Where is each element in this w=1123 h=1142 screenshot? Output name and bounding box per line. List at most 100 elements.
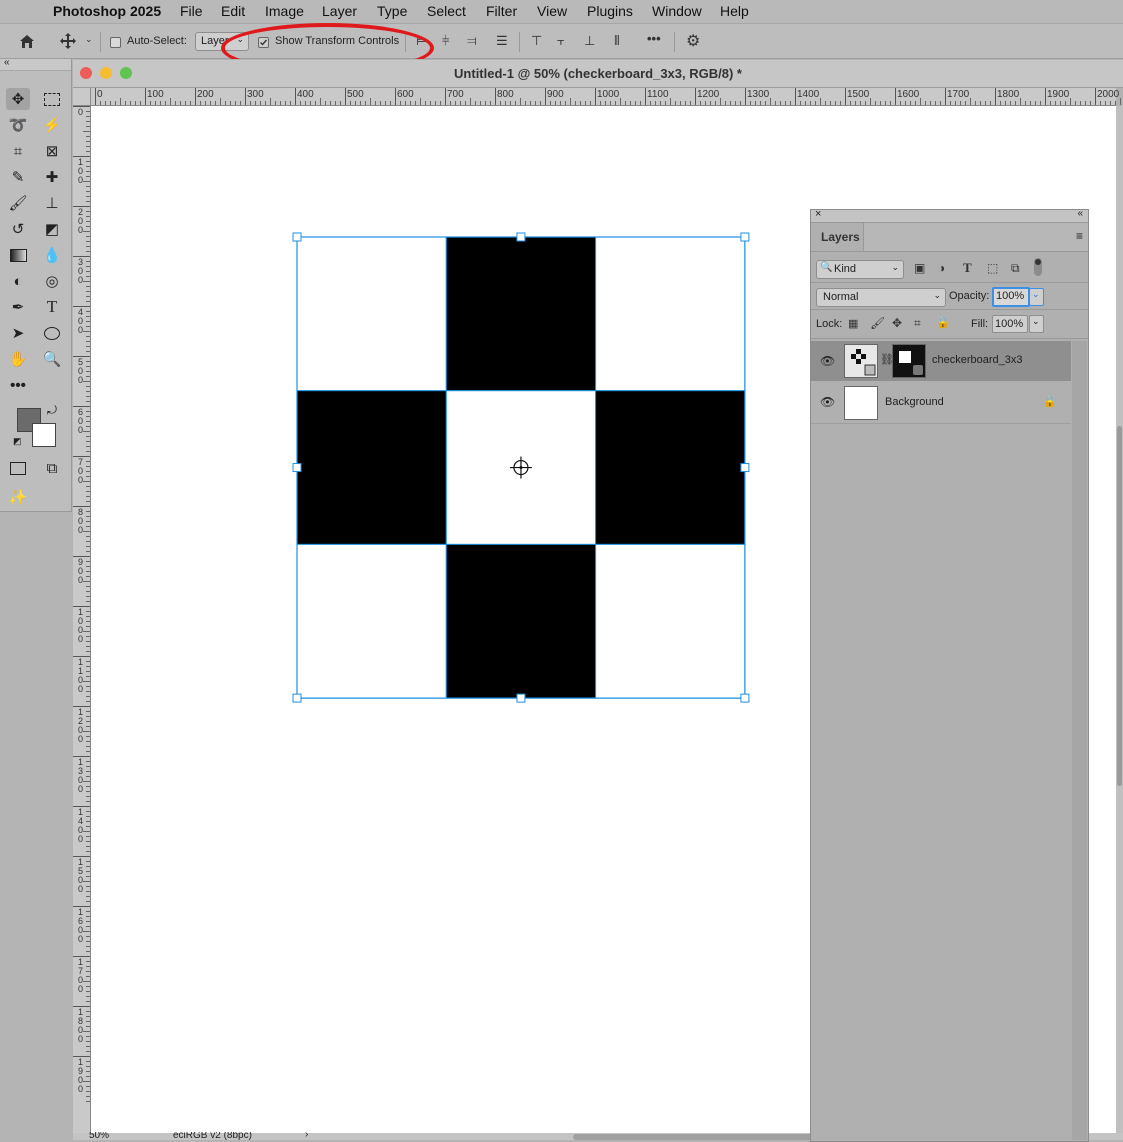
opacity-dropdown[interactable]: ⌄	[1029, 288, 1044, 306]
generative-button[interactable]: ✨	[6, 486, 30, 508]
horizontal-ruler[interactable]: 0 100 200 300 400 500 600 700 800 900 1000 1100 1200…	[91, 88, 1121, 106]
vertical-scrollbar-thumb[interactable]	[1117, 426, 1122, 786]
lock-all-icon[interactable]: 🔒	[936, 316, 950, 329]
clone-stamp-tool[interactable]: ⊥	[40, 192, 64, 214]
align-bottom-icon[interactable]: ⊥	[584, 33, 595, 49]
align-top-icon[interactable]: ⊤	[531, 33, 542, 49]
eye-icon[interactable]: 👁	[820, 354, 835, 368]
zoom-tool[interactable]: 🔍	[40, 348, 64, 370]
ruler-origin[interactable]	[73, 88, 91, 106]
filter-smart-object-icon[interactable]: ⧉	[1011, 261, 1020, 276]
panel-header[interactable]: × «	[811, 208, 1088, 223]
history-brush-tool[interactable]: ↺	[6, 218, 30, 240]
default-colors-icon[interactable]: ◩	[13, 436, 22, 447]
vertical-ruler[interactable]: 01 0 02 0 03 0 04 0 05 0 06 0 07 0 08 0 …	[73, 88, 91, 1133]
gradient-tool[interactable]	[6, 244, 30, 266]
filter-adjustment-icon[interactable]: ◑	[938, 261, 945, 275]
crop-tool[interactable]: ⌗	[6, 140, 30, 162]
align-middle-v-icon[interactable]: ⫟	[557, 33, 565, 49]
menu-view[interactable]: View	[537, 3, 567, 19]
lasso-tool[interactable]: ➰	[6, 114, 30, 136]
layer-row-checkerboard[interactable]: 👁 ⛓ checkerboard_3x3	[811, 341, 1071, 381]
move-tool-icon[interactable]	[59, 32, 77, 50]
document-title-bar[interactable]: Untitled-1 @ 50% (checkerboard_3x3, RGB/…	[73, 60, 1123, 88]
move-tool[interactable]: ✥	[6, 88, 30, 110]
home-icon[interactable]	[18, 33, 36, 49]
distribute-v-icon[interactable]: ⦀	[614, 33, 620, 49]
transform-handle[interactable]	[740, 232, 750, 242]
magic-wand-tool[interactable]: ⚡	[40, 114, 64, 136]
layers-scrollbar[interactable]	[1072, 341, 1087, 1140]
distribute-h-icon[interactable]: ☰	[496, 33, 508, 49]
layer-row-background[interactable]: 👁 Background 🔒	[811, 382, 1071, 422]
blur-tool[interactable]: 💧	[40, 244, 64, 266]
opacity-input[interactable]: 100%	[992, 287, 1030, 307]
transform-handle[interactable]	[516, 693, 526, 703]
filter-type-icon[interactable]: T	[963, 260, 972, 276]
transform-handle[interactable]	[292, 463, 302, 473]
zoom-level[interactable]: 50%	[89, 1132, 109, 1140]
layer-name[interactable]: checkerboard_3x3	[932, 354, 1023, 366]
chevron-right-icon[interactable]: ›	[305, 1130, 308, 1140]
edit-toolbar[interactable]: •••	[6, 374, 30, 396]
sponge-tool[interactable]: ◎	[40, 270, 64, 292]
eyedropper-tool[interactable]: ✎	[6, 166, 30, 188]
auto-select-checkbox[interactable]	[110, 37, 121, 48]
filter-kind-dropdown[interactable]: 🔍 Kind ⌄	[816, 260, 904, 279]
transform-handle[interactable]	[292, 232, 302, 242]
healing-brush-tool[interactable]: ✚	[40, 166, 64, 188]
tab-layers[interactable]: Layers	[811, 223, 864, 251]
transform-handle[interactable]	[740, 693, 750, 703]
marquee-tool[interactable]	[40, 88, 64, 110]
menu-file[interactable]: File	[180, 3, 203, 19]
filter-pixel-icon[interactable]: ▣	[914, 261, 925, 275]
fill-dropdown[interactable]: ⌄	[1029, 315, 1044, 333]
menu-select[interactable]: Select	[427, 3, 466, 19]
ellipse-tool[interactable]	[40, 322, 64, 344]
gear-icon[interactable]: ⚙	[686, 31, 700, 51]
collapse-icon[interactable]: «	[1077, 208, 1083, 219]
fill-input[interactable]: 100%	[992, 315, 1028, 333]
menu-type[interactable]: Type	[377, 3, 407, 19]
chevron-down-icon[interactable]: ⌄	[85, 34, 93, 45]
menu-app-name[interactable]: Photoshop 2025	[53, 3, 161, 19]
frame-tool[interactable]: ⊠	[40, 140, 64, 162]
layer-name[interactable]: Background	[885, 396, 944, 408]
transform-handle[interactable]	[516, 232, 526, 242]
menu-plugins[interactable]: Plugins	[587, 3, 633, 19]
align-right-icon[interactable]: ⫤	[467, 33, 477, 49]
transform-handle[interactable]	[292, 693, 302, 703]
layer-mask-thumbnail[interactable]	[892, 344, 926, 378]
path-selection-tool[interactable]: ➤	[6, 322, 30, 344]
panel-menu-icon[interactable]: ≡	[1076, 229, 1083, 243]
transform-handle[interactable]	[740, 463, 750, 473]
background-color-swatch[interactable]	[32, 423, 56, 447]
toolbox-header[interactable]: «	[0, 57, 71, 71]
menu-layer[interactable]: Layer	[322, 3, 357, 19]
menu-help[interactable]: Help	[720, 3, 749, 19]
blend-mode-dropdown[interactable]: Normal ⌄	[816, 288, 946, 307]
filter-toggle[interactable]	[1034, 258, 1042, 276]
filter-shape-icon[interactable]: ⬚	[987, 261, 998, 275]
hand-tool[interactable]: ✋	[6, 348, 30, 370]
close-icon[interactable]: ×	[815, 208, 821, 220]
pen-tool[interactable]: ✒	[6, 296, 30, 318]
eye-icon[interactable]: 👁	[820, 395, 835, 409]
lock-artboard-icon[interactable]: ⌗	[914, 316, 921, 331]
menu-edit[interactable]: Edit	[221, 3, 245, 19]
more-options-icon[interactable]: •••	[647, 31, 661, 46]
lock-pixels-icon[interactable]: 🖌	[870, 316, 885, 330]
align-center-h-icon[interactable]: ⫩	[442, 33, 449, 49]
quick-mask-button[interactable]	[6, 457, 30, 479]
eraser-tool[interactable]: ◩	[40, 218, 64, 240]
dodge-tool[interactable]: ◐	[6, 270, 30, 292]
brush-tool[interactable]: 🖌	[6, 192, 30, 214]
swap-colors-icon[interactable]: ⤾	[47, 403, 57, 418]
menu-image[interactable]: Image	[265, 3, 304, 19]
vertical-scrollbar-track[interactable]	[1116, 106, 1123, 1133]
lock-transparency-icon[interactable]: ▦	[848, 317, 858, 330]
checkerboard-layer[interactable]	[290, 230, 752, 706]
type-tool[interactable]: T	[40, 296, 64, 318]
screen-mode-button[interactable]: ⧉	[40, 457, 64, 479]
collapse-icon[interactable]: «	[4, 57, 10, 68]
